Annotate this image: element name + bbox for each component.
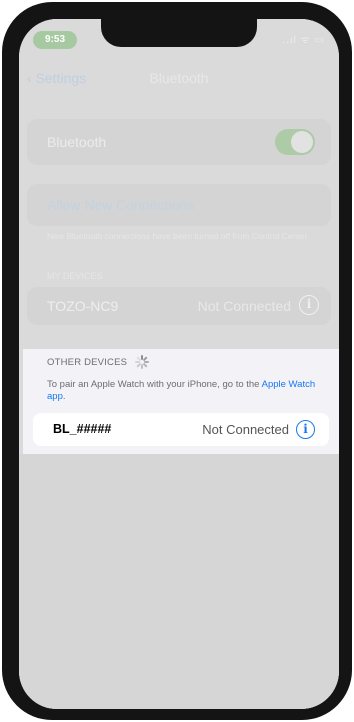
allow-connections-label: Allow New Connections [47,197,195,213]
info-icon[interactable]: i [299,295,319,315]
device-status: Not Connected [202,422,289,437]
bluetooth-toggle[interactable] [275,129,315,155]
screen: 9:53 ..ıl ᯤ ▭ ‹ Settings Bluetooth Bluet… [19,19,339,709]
notch [101,19,257,47]
phone-frame: 9:53 ..ıl ᯤ ▭ ‹ Settings Bluetooth Bluet… [2,2,352,720]
toggle-knob [291,131,313,153]
pair-text-end: . [62,390,66,402]
other-devices-header: OTHER DEVICES [47,355,150,369]
device-name: TOZO-NC9 [47,298,119,314]
loading-spinner-icon [135,355,150,369]
device-name: BL_##### [53,422,112,436]
my-device-row[interactable]: TOZO-NC9 Not Connected i [27,287,331,325]
bluetooth-label: Bluetooth [47,134,107,150]
bluetooth-toggle-row: Bluetooth [27,119,331,165]
status-icons: ..ıl ᯤ ▭ [282,35,325,46]
pair-text: To pair an Apple Watch with your iPhone,… [47,379,260,390]
apple-watch-pair-text: To pair an Apple Watch with your iPhone,… [47,379,327,402]
device-status: Not Connected [197,298,291,314]
allow-connections-row[interactable]: Allow New Connections [27,184,331,226]
other-device-row[interactable]: BL_##### Not Connected i [33,413,329,446]
other-devices-section: OTHER DEVICES To pair an Apple Watch wit… [23,349,339,454]
info-icon[interactable]: i [296,420,315,439]
page-title: Bluetooth [149,70,209,86]
my-devices-header: MY DEVICES [47,271,103,281]
other-devices-label: OTHER DEVICES [47,356,128,368]
dimmed-lower-area [19,454,339,709]
status-time: 9:53 [33,31,77,49]
allow-connections-note: New Bluetooth connections have been turn… [47,231,310,241]
